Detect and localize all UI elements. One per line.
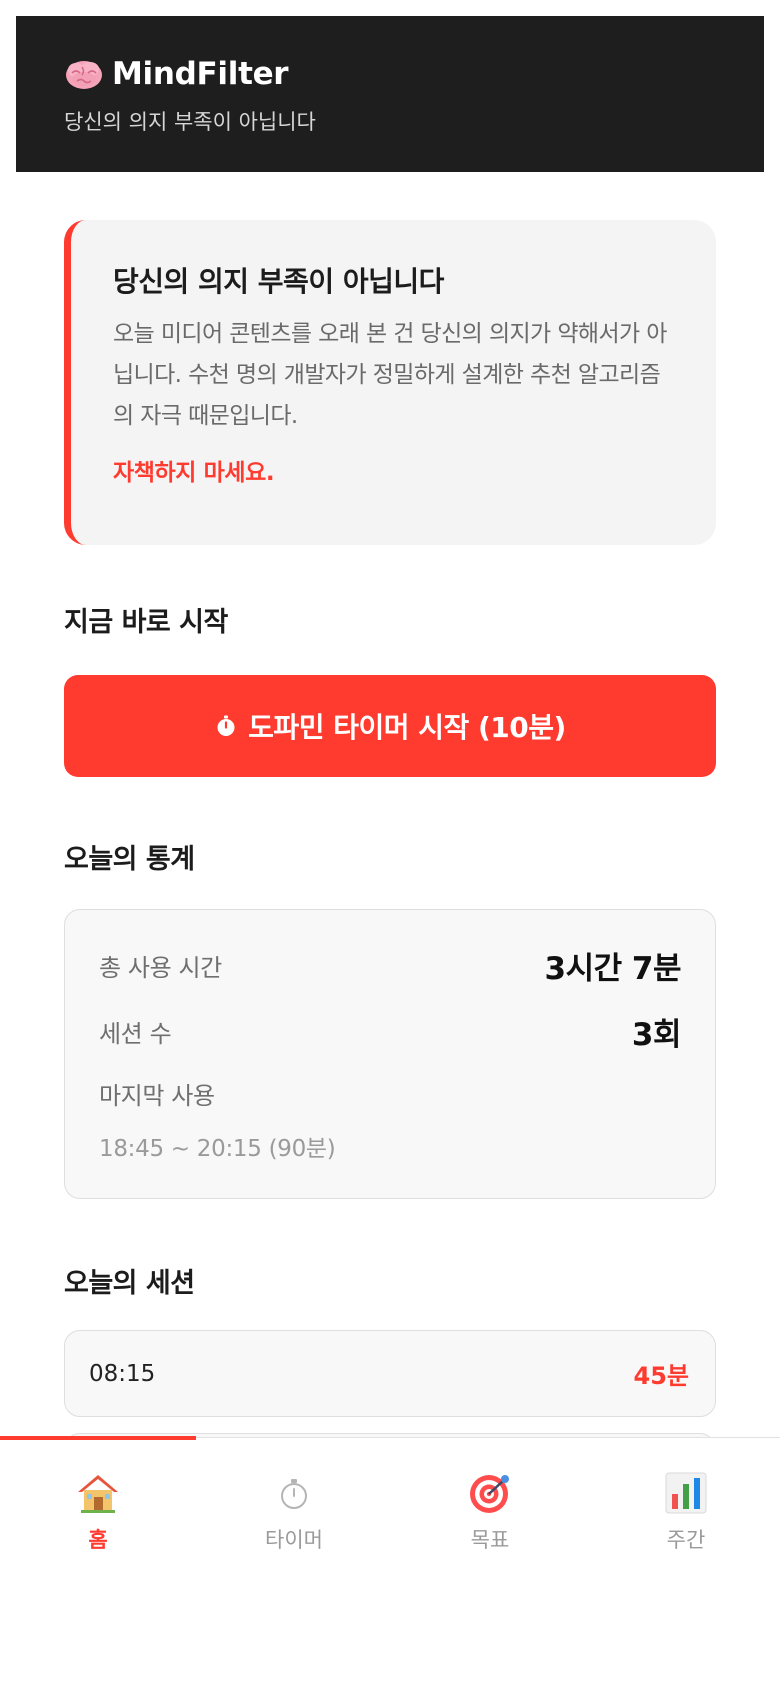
- app-subtitle: 당신의 의지 부족이 아닙니다: [64, 110, 316, 134]
- tab-label: 홈: [88, 1528, 108, 1552]
- session-count-label: 세션 수: [99, 1019, 172, 1048]
- brand: MindFilter: [64, 56, 764, 92]
- stats-card: 총 사용 시간 3시간 7분 세션 수 3회 마지막 사용 18:45 ~ 20…: [64, 909, 716, 1199]
- stopwatch-icon: [281, 1479, 307, 1509]
- session-item[interactable]: 08:15 45분: [64, 1330, 716, 1417]
- tab-home[interactable]: 홈: [0, 1438, 196, 1558]
- app-title: MindFilter: [112, 56, 289, 92]
- target-icon: [470, 1475, 509, 1513]
- tab-goal[interactable]: 목표: [392, 1438, 588, 1558]
- last-usage-label: 마지막 사용: [99, 1082, 215, 1110]
- home-content: 당신의 의지 부족이 아닙니다 오늘 미디어 콘텐츠를 오래 본 건 당신의 의…: [64, 220, 716, 1520]
- tab-weekly[interactable]: 주간: [588, 1438, 780, 1558]
- house-icon: [78, 1475, 118, 1513]
- notice-card: 당신의 의지 부족이 아닙니다 오늘 미디어 콘텐츠를 오래 본 건 당신의 의…: [64, 220, 716, 545]
- total-usage-value: 3시간 7분: [544, 950, 682, 987]
- start-timer-button[interactable]: 도파민 타이머 시작 (10분): [64, 675, 716, 777]
- notice-body: 오늘 미디어 콘텐츠를 오래 본 건 당신의 의지가 약해서가 아닙니다. 수천…: [113, 321, 667, 429]
- stat-sessions-row: 세션 수 3회: [99, 1012, 682, 1053]
- tab-label: 타이머: [265, 1528, 323, 1552]
- last-usage-range: 18:45 ~ 20:15 (90분): [99, 1136, 336, 1162]
- total-usage-label: 총 사용 시간: [99, 953, 222, 982]
- session-time: 08:15: [89, 1360, 156, 1387]
- session-duration: 45분: [633, 1362, 689, 1390]
- tab-label: 주간: [666, 1528, 706, 1552]
- stats-section-title: 오늘의 통계: [64, 844, 195, 875]
- notice-title: 당신의 의지 부족이 아닙니다: [113, 265, 444, 298]
- app-header: MindFilter 당신의 의지 부족이 아닙니다: [16, 16, 764, 172]
- tab-timer[interactable]: 타이머: [196, 1438, 392, 1558]
- bar-chart-icon: [665, 1472, 707, 1514]
- sessions-section-title: 오늘의 세션: [64, 1268, 195, 1299]
- start-section-title: 지금 바로 시작: [64, 607, 228, 638]
- bottom-tab-bar: 홈 타이머 목표 주간: [0, 1436, 780, 1688]
- stat-total-row: 총 사용 시간 3시간 7분: [99, 946, 681, 987]
- start-timer-label: 도파민 타이머 시작 (10분): [248, 711, 566, 744]
- session-count-value: 3회: [631, 1016, 682, 1053]
- tab-label: 목표: [470, 1528, 510, 1552]
- notice-emphasis: 자책하지 마세요.: [113, 460, 275, 486]
- stopwatch-icon: [217, 715, 235, 736]
- brain-icon: [66, 61, 102, 89]
